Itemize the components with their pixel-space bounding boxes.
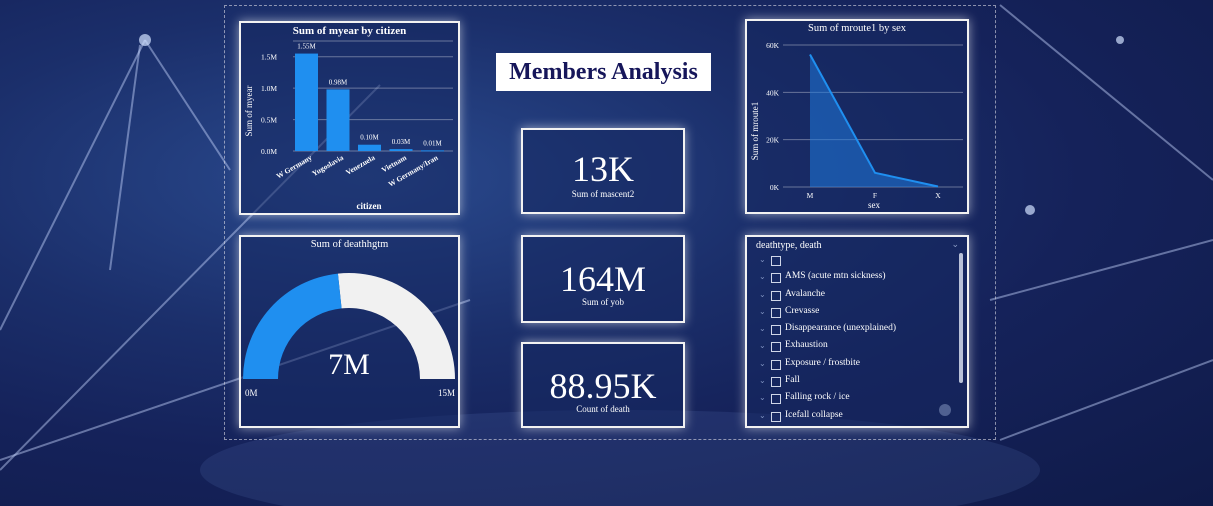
bar-y-tick-label: 1.0M [261,84,277,93]
bar-y-tick-label: 0.5M [261,116,277,125]
bar-category-label: W Germany [275,153,314,181]
chevron-down-icon[interactable]: ⌄ [759,393,768,402]
bar-data-label: 0.10M [360,134,379,142]
slicer-item[interactable]: ⌄ Disappearance (unexplained) [753,322,953,339]
bar [295,53,318,151]
bar-category-label: Venezuela [344,153,377,177]
chevron-down-icon[interactable]: ⌄ [759,341,768,350]
checkbox[interactable] [771,394,781,405]
slicer-item[interactable]: ⌄ AMS (acute mtn sickness) [753,270,953,287]
chevron-down-icon[interactable]: ⌄ [759,411,768,420]
bar-chart: Sum of myear citizen 0.0M 0.5M 1.0M 1.5M 1.… [244,40,453,211]
slicer-item-label: Avalanche [785,288,825,299]
chevron-down-icon[interactable]: ⌄ [759,324,768,333]
area-x-tick-label: X [935,191,941,200]
slicer-item-label: Falling rock / ice [785,392,850,403]
bar-data-label: 0.98M [329,78,348,86]
bar [358,144,381,151]
slicer-list: ⌄ ⌄ AMS (acute mtn sickness) ⌄ Avalanche ⌄… [753,253,953,426]
slicer-item-label: Exhaustion [785,340,828,351]
checkbox[interactable] [771,307,781,318]
slicer-item-label: Exposure / frostbite [785,357,860,368]
slicer-item-label: Icefall collapse [785,409,843,420]
bar-data-label: 1.55M [297,43,316,51]
bar [389,149,413,151]
slicer-item-label: Fall [785,375,800,386]
slicer-scrollbar[interactable] [959,253,963,383]
slicer-header: deathtype, death [756,240,822,251]
area-y-tick-label: 60K [766,41,780,50]
bar-data-label: 0.03M [392,138,411,146]
checkbox[interactable] [771,290,781,301]
gauge-min-label: 0M [245,388,258,398]
kpi-value: 13K [572,149,634,189]
bar [326,89,350,151]
slicer-item[interactable]: ⌄ Exhaustion [753,339,953,356]
kpi-value: 88.95K [549,366,657,406]
area-y-axis-title: Sum of mroute1 [750,102,760,161]
kpi-card-mascent2[interactable]: 13K Sum of mascent2 [521,128,685,214]
checkbox[interactable] [771,273,781,284]
area-y-tick-label: 40K [766,88,780,97]
bar-x-axis-title: citizen [357,201,382,211]
chevron-down-icon[interactable]: ⌄ [759,376,768,385]
bar-chart-card[interactable]: Sum of myear by citizen Sum of myear cit… [239,21,460,215]
checkbox[interactable] [771,325,781,336]
slicer-item-label: AMS (acute mtn sickness) [785,271,886,282]
chevron-down-icon[interactable]: ⌄ [759,307,768,316]
gauge-value: 7M [328,348,370,381]
chevron-down-icon[interactable]: ⌄ [759,359,768,368]
area-x-tick-label: F [873,191,877,200]
kpi-label: Sum of mascent2 [571,189,635,199]
gauge-max-label: 15M [438,388,455,398]
checkbox[interactable] [771,342,781,353]
slicer-item-label: Disappearance (unexplained) [785,323,897,334]
kpi-label: Sum of yob [581,297,624,307]
checkbox[interactable] [771,411,781,422]
slicer-item-label: Crevasse [785,305,820,316]
chevron-down-icon[interactable]: ⌄ [759,272,768,281]
chevron-down-icon[interactable]: ⌄ [951,239,959,250]
area-chart-card[interactable]: Sum of mroute1 by sex Sum of mroute1 sex… [745,19,969,214]
area-y-tick-label: 20K [766,136,780,145]
bar-y-tick-label: 0.0M [261,147,277,156]
checkbox[interactable] [771,377,781,388]
chevron-down-icon[interactable]: ⌄ [759,255,768,264]
slicer-item[interactable]: ⌄ [753,253,953,270]
checkbox[interactable] [771,359,781,370]
slicer-item[interactable]: ⌄ Icefall collapse [753,409,953,426]
gauge-fill [243,273,342,379]
deathtype-slicer[interactable]: deathtype, death ⌄ ⌄ ⌄ AMS (acute mtn sic… [745,235,969,428]
slicer-item[interactable]: ⌄ Avalanche [753,288,953,305]
bar [421,150,444,152]
bar-y-tick-label: 1.5M [261,53,277,62]
gauge-card[interactable]: Sum of deathhgtm 7M 0M 15M [239,235,460,428]
kpi-card-death-count[interactable]: 88.95K Count of death [521,342,685,428]
checkbox[interactable] [771,256,781,266]
area-y-tick-label: 0K [770,183,780,192]
area-fill [810,54,938,187]
kpi-value: 164M [559,259,646,299]
area-x-tick-label: M [807,191,814,200]
kpi-card-yob[interactable]: 164M Sum of yob [521,235,685,323]
slicer-item[interactable]: ⌄ Fall [753,374,953,391]
bar-data-label: 0.01M [423,139,442,147]
slicer-item[interactable]: ⌄ Exposure / frostbite [753,357,953,374]
area-chart: Sum of mroute1 sex 0K 20K 40K 60K M F X [750,41,963,210]
slicer-item[interactable]: ⌄ Falling rock / ice [753,391,953,408]
page-title: Members Analysis [496,53,711,91]
bar-y-axis-title: Sum of myear [244,86,254,137]
bar-category-label: Yugoslavia [310,153,345,178]
kpi-label: Count of death [576,404,630,414]
slicer-item[interactable]: ⌄ Crevasse [753,305,953,322]
chevron-down-icon[interactable]: ⌄ [759,290,768,299]
area-x-axis-title: sex [868,200,880,210]
gauge-chart: 7M 0M 15M [243,273,455,398]
